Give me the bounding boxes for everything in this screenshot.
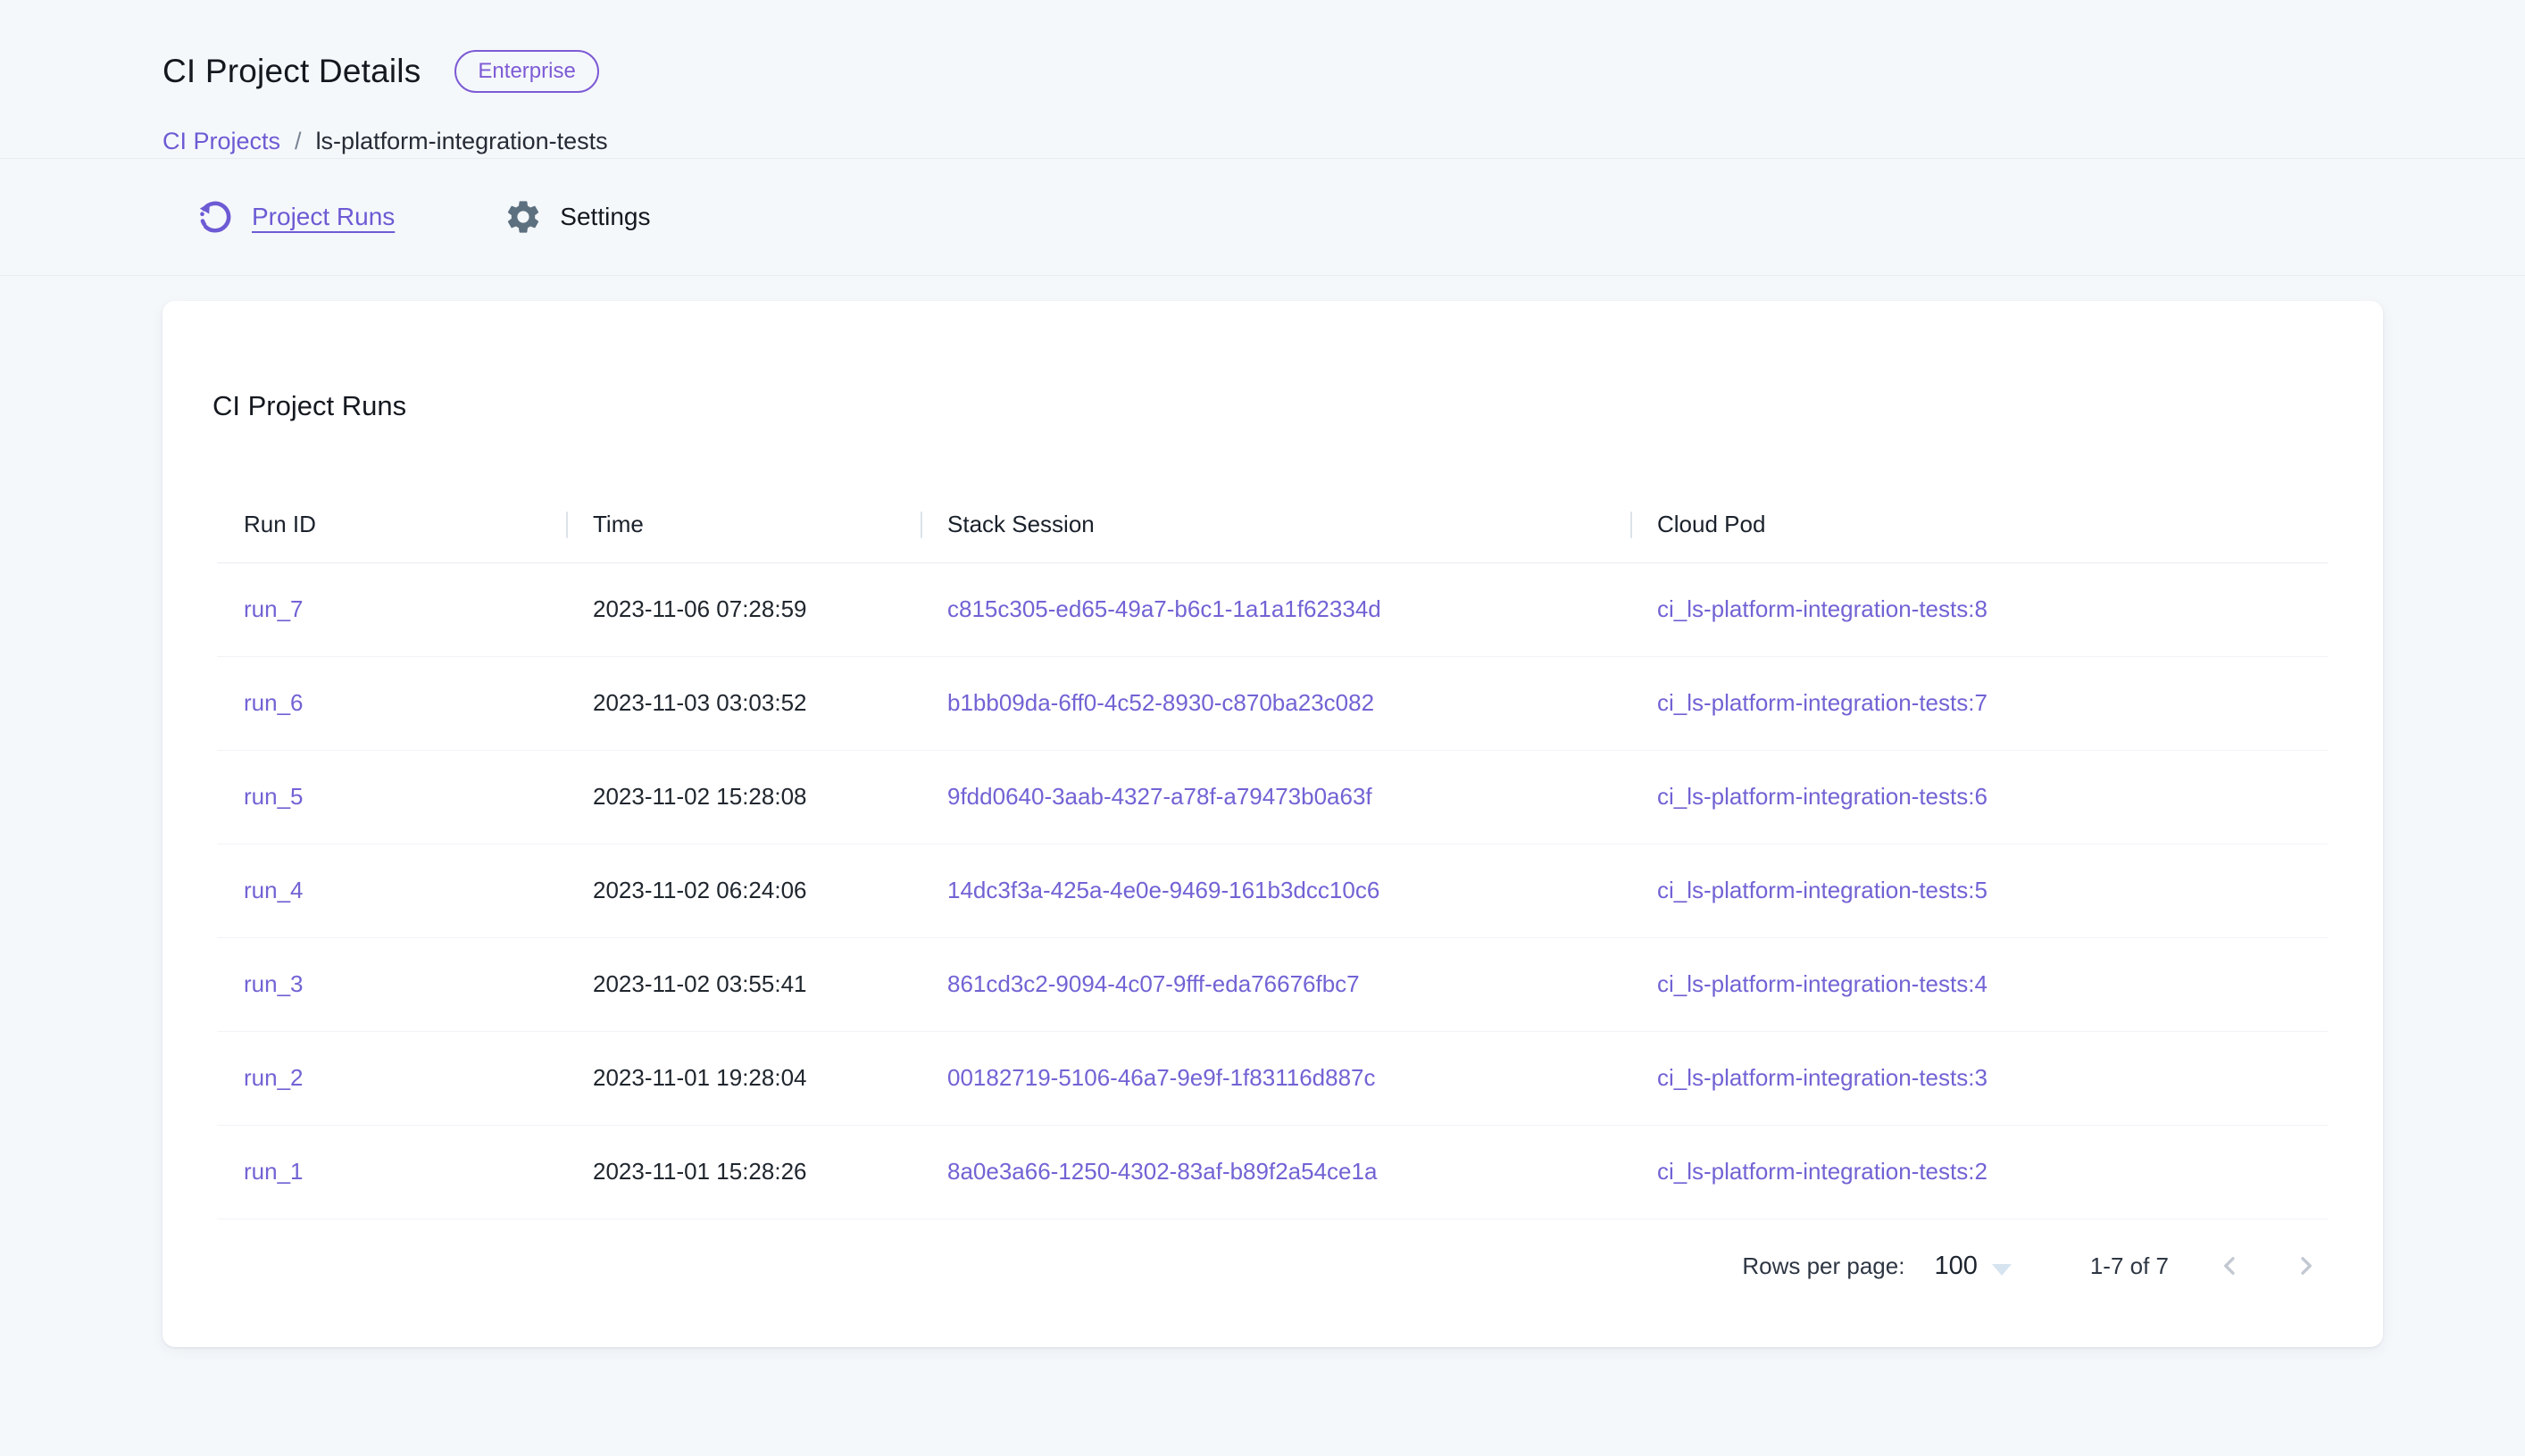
run-time: 2023-11-01 15:28:26 (566, 1158, 921, 1186)
gear-icon (504, 197, 543, 237)
run-id-link[interactable]: run_1 (244, 1158, 304, 1185)
breadcrumb-link-ci-projects[interactable]: CI Projects (162, 128, 280, 155)
run-time: 2023-11-02 03:55:41 (566, 970, 921, 998)
cloud-pod-link[interactable]: ci_ls-platform-integration-tests:6 (1657, 783, 1988, 810)
table-row: run_5 2023-11-02 15:28:08 9fdd0640-3aab-… (217, 751, 2328, 844)
cloud-pod-link[interactable]: ci_ls-platform-integration-tests:7 (1657, 689, 1988, 716)
stack-session-link[interactable]: 14dc3f3a-425a-4e0e-9469-161b3dcc10c6 (947, 877, 1379, 903)
cloud-pod-link[interactable]: ci_ls-platform-integration-tests:2 (1657, 1158, 1988, 1185)
title-row: CI Project Details Enterprise (162, 30, 2525, 112)
main-content: CI Project Runs Run ID Time Stack Sessio… (0, 276, 2525, 1347)
run-id-link[interactable]: run_2 (244, 1064, 304, 1091)
history-refresh-icon (196, 197, 235, 237)
tab-settings[interactable]: Settings (504, 197, 650, 237)
table-row: run_1 2023-11-01 15:28:26 8a0e3a66-1250-… (217, 1126, 2328, 1219)
page-header: CI Project Details Enterprise CI Project… (0, 0, 2525, 159)
cloud-pod-link[interactable]: ci_ls-platform-integration-tests:4 (1657, 970, 1988, 997)
column-header-stack-session[interactable]: Stack Session (921, 487, 1630, 562)
tab-project-runs[interactable]: Project Runs (196, 197, 395, 237)
cloud-pod-link[interactable]: ci_ls-platform-integration-tests:5 (1657, 877, 1988, 903)
table-header-row: Run ID Time Stack Session Cloud Pod (217, 487, 2328, 563)
run-id-link[interactable]: run_4 (244, 877, 304, 903)
next-page-button[interactable] (2285, 1244, 2328, 1287)
stack-session-link[interactable]: b1bb09da-6ff0-4c52-8930-c870ba23c082 (947, 689, 1374, 716)
pagination-range: 1-7 of 7 (2090, 1252, 2169, 1280)
pager-buttons (2208, 1244, 2328, 1287)
breadcrumb-separator: / (295, 128, 302, 155)
cloud-pod-link[interactable]: ci_ls-platform-integration-tests:3 (1657, 1064, 1988, 1091)
stack-session-link[interactable]: 9fdd0640-3aab-4327-a78f-a79473b0a63f (947, 783, 1372, 810)
cloud-pod-link[interactable]: ci_ls-platform-integration-tests:8 (1657, 595, 1988, 622)
run-time: 2023-11-02 15:28:08 (566, 783, 921, 811)
caret-down-icon (1992, 1264, 2012, 1276)
stack-session-link[interactable]: 8a0e3a66-1250-4302-83af-b89f2a54ce1a (947, 1158, 1377, 1185)
run-id-link[interactable]: run_5 (244, 783, 304, 810)
tab-settings-label: Settings (560, 203, 650, 231)
enterprise-badge: Enterprise (454, 50, 598, 93)
rows-per-page-value: 100 (1934, 1253, 1977, 1279)
rows-per-page-label: Rows per page: (1742, 1252, 1904, 1280)
chevron-left-icon (2214, 1251, 2245, 1281)
tab-project-runs-label: Project Runs (252, 203, 395, 231)
stack-session-link[interactable]: 00182719-5106-46a7-9e9f-1f83116d887c (947, 1064, 1376, 1091)
page-title: CI Project Details (162, 53, 421, 90)
run-time: 2023-11-06 07:28:59 (566, 595, 921, 623)
tab-bar: Project Runs Settings (0, 159, 2525, 276)
breadcrumb: CI Projects / ls-platform-integration-te… (162, 128, 2525, 155)
table-row: run_3 2023-11-02 03:55:41 861cd3c2-9094-… (217, 938, 2328, 1032)
run-time: 2023-11-02 06:24:06 (566, 877, 921, 904)
card-title: CI Project Runs (212, 390, 2383, 422)
column-header-cloud-pod[interactable]: Cloud Pod (1630, 487, 2328, 562)
ci-project-runs-card: CI Project Runs Run ID Time Stack Sessio… (162, 301, 2383, 1347)
run-id-link[interactable]: run_6 (244, 689, 304, 716)
run-id-link[interactable]: run_3 (244, 970, 304, 997)
table-row: run_7 2023-11-06 07:28:59 c815c305-ed65-… (217, 563, 2328, 657)
rows-per-page-select[interactable]: 100 (1934, 1253, 2011, 1279)
breadcrumb-current: ls-platform-integration-tests (316, 128, 608, 155)
column-header-time[interactable]: Time (566, 487, 921, 562)
stack-session-link[interactable]: c815c305-ed65-49a7-b6c1-1a1a1f62334d (947, 595, 1381, 622)
table-row: run_2 2023-11-01 19:28:04 00182719-5106-… (217, 1032, 2328, 1126)
run-time: 2023-11-03 03:03:52 (566, 689, 921, 717)
table-pagination: Rows per page: 100 1-7 of 7 (217, 1219, 2328, 1313)
table-row: run_6 2023-11-03 03:03:52 b1bb09da-6ff0-… (217, 657, 2328, 751)
previous-page-button[interactable] (2208, 1244, 2251, 1287)
table-row: run_4 2023-11-02 06:24:06 14dc3f3a-425a-… (217, 844, 2328, 938)
column-header-run-id[interactable]: Run ID (217, 487, 566, 562)
run-time: 2023-11-01 19:28:04 (566, 1064, 921, 1092)
run-id-link[interactable]: run_7 (244, 595, 304, 622)
runs-table: Run ID Time Stack Session Cloud Pod run_… (217, 487, 2328, 1313)
chevron-right-icon (2291, 1251, 2321, 1281)
stack-session-link[interactable]: 861cd3c2-9094-4c07-9fff-eda76676fbc7 (947, 970, 1360, 997)
